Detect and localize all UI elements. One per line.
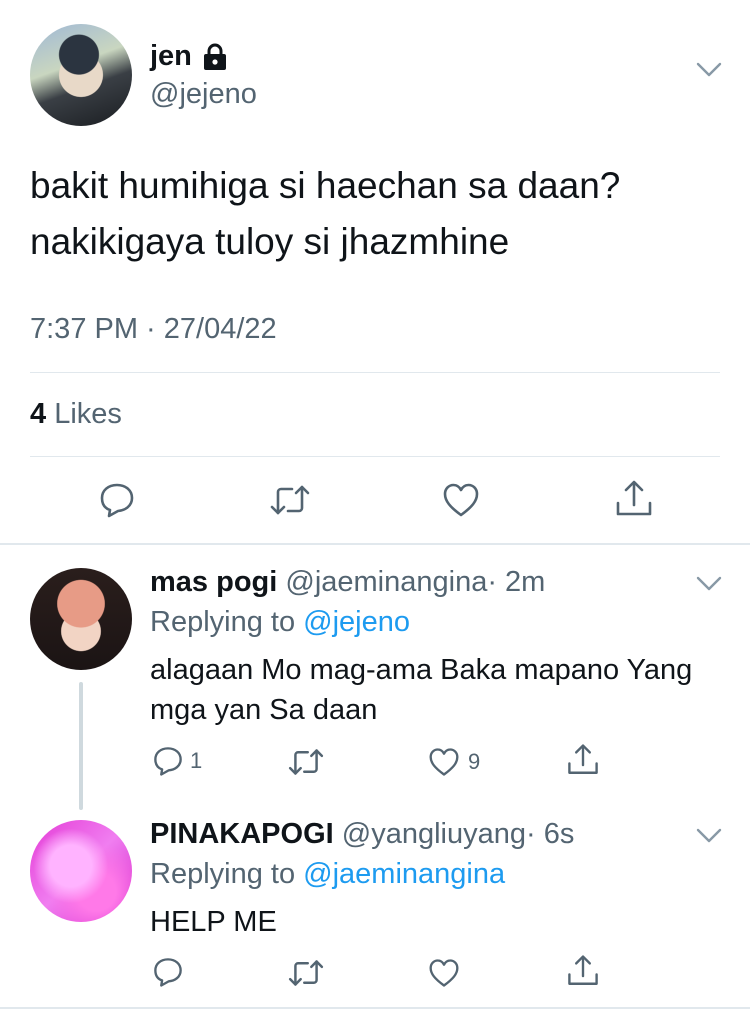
reply-icon[interactable] [98,481,136,519]
share-icon[interactable] [566,743,600,777]
replying-to-link[interactable]: @jaeminangina [303,858,505,890]
reply-author-name: PINAKAPOGI [150,818,334,850]
reply-time: · 6s [525,818,575,850]
tweet-text-line: nakikigaya tuloy si jhazmhine [30,221,510,262]
reply-text-line: HELP ME [150,906,277,938]
author-name-row[interactable]: jen [150,40,228,73]
reply-icon[interactable] [152,745,184,777]
like-count: 9 [468,749,481,774]
reply-action-like[interactable]: 9 [428,747,480,777]
chevron-down-icon[interactable] [696,62,722,78]
divider [30,372,720,373]
reply-author-handle: @yangliuyang [341,818,526,850]
replying-to: Replying to @jaeminangina [150,858,505,891]
like-icon[interactable] [428,958,460,988]
reply-avatar[interactable] [30,820,132,922]
author-avatar[interactable] [30,24,132,126]
author-handle[interactable]: @jejeno [150,78,257,111]
reply-action-reply[interactable]: 1 [152,745,202,777]
share-icon[interactable] [614,479,654,519]
thread-line [79,682,83,810]
reply-text: alagaan Mo mag-ama Baka mapano Yang mga … [150,650,692,730]
replying-to-link[interactable]: @jejeno [303,606,410,638]
retweet-icon[interactable] [270,483,310,517]
replying-label: Replying to [150,858,296,890]
tweet-text: bakit humihiga si haechan sa daan? nakik… [30,158,620,270]
reply-text-line: mga yan Sa daan [150,694,378,726]
likes-label: Likes [54,398,122,430]
reply-count: 1 [190,748,203,773]
section-divider [0,543,750,545]
replying-to: Replying to @jejeno [150,606,410,639]
reply-header[interactable]: PINAKAPOGI @yangliuyang· 6s [150,818,574,851]
reply-text-line: alagaan Mo mag-ama Baka mapano Yang [150,654,693,686]
like-icon[interactable] [428,747,460,777]
chevron-down-icon[interactable] [696,576,722,592]
reply-avatar[interactable] [30,568,132,670]
retweet-icon[interactable] [288,747,324,777]
reply-author-handle: @jaeminangina [285,566,488,598]
like-icon[interactable] [442,482,480,518]
reply-author-name: mas pogi [150,566,278,598]
lock-icon [202,43,228,71]
likes-count: 4 [30,398,47,430]
author-name: jen [150,40,192,72]
reply-text: HELP ME [150,902,277,942]
replying-label: Replying to [150,606,296,638]
reply-time: · 2m [487,566,546,598]
divider [30,456,720,457]
share-icon[interactable] [566,954,600,988]
reply-icon[interactable] [152,956,184,988]
reply-header[interactable]: mas pogi @jaeminangina· 2m [150,566,545,599]
likes-stat[interactable]: 4 Likes [30,398,122,431]
tweet-text-line: bakit humihiga si haechan sa daan? [30,165,621,206]
chevron-down-icon[interactable] [696,828,722,844]
tweet-timestamp[interactable]: 7:37 PM · 27/04/22 [30,313,277,346]
retweet-icon[interactable] [288,958,324,988]
